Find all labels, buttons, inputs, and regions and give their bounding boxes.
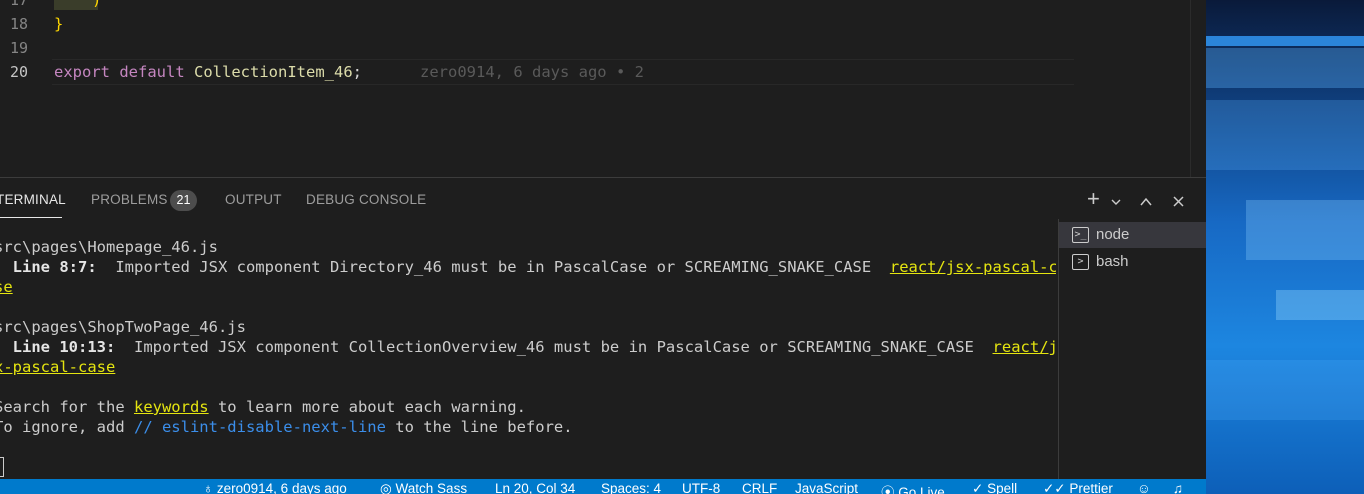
terminal-tabs-list: >_ node > bash [1058, 219, 1207, 480]
problems-count-badge: 21 [170, 190, 197, 211]
code-token: ; [352, 63, 362, 81]
status-label: Prettier [1069, 481, 1113, 494]
help-text: To ignore, add [0, 418, 134, 436]
warning-location: Line 10:13: [0, 338, 116, 356]
status-cursor-position[interactable]: Ln 20, Col 34 [495, 481, 575, 494]
terminal-line: src\pages\Homepage_46.js [0, 238, 218, 256]
wallpaper-pane [1206, 360, 1364, 420]
status-spell[interactable]: ✓ Spell [972, 481, 1017, 494]
active-tab-indicator [0, 217, 62, 218]
terminal-tab-bash[interactable]: > bash [1059, 249, 1207, 275]
terminal-output[interactable]: src\pages\Homepage_46.js Line 8:7: Impor… [0, 235, 1056, 480]
code-token: ) [92, 0, 102, 9]
tab-terminal[interactable]: TERMINAL [0, 192, 66, 207]
line-number: 19 [9, 39, 28, 57]
line-number: 18 [9, 15, 28, 33]
line-number: 17 [9, 0, 28, 9]
minimap-border [1190, 0, 1191, 177]
status-bar: ♁ zero0914, 6 days ago ◎ Watch Sass Ln 2… [0, 479, 1206, 494]
code-editor[interactable]: 17 ) 18 } 19 20 export default Collectio… [0, 0, 1206, 177]
code-token: CollectionItem_46 [194, 63, 353, 81]
terminal-cursor [0, 457, 4, 477]
status-label: Spell [987, 481, 1018, 494]
status-prettier[interactable]: ✓✓ Prettier [1043, 481, 1113, 494]
terminal-tab-label: node [1096, 226, 1130, 243]
line-number: 20 [9, 63, 28, 81]
status-language[interactable]: JavaScript [795, 481, 858, 494]
terminal-line: Line 8:7: Imported JSX component Directo… [0, 257, 1056, 277]
bell-icon[interactable]: ♫ [1173, 481, 1183, 494]
desktop-wallpaper [1206, 0, 1364, 494]
terminal-tab-node[interactable]: >_ node [1059, 222, 1207, 248]
plus-icon[interactable]: + [1087, 188, 1100, 210]
terminal-line: Search for the keywords to learn more ab… [0, 397, 526, 417]
close-icon[interactable] [1172, 191, 1185, 213]
status-blame-label: zero0914, 6 days ago [216, 481, 347, 494]
double-check-icon: ✓✓ [1043, 481, 1066, 494]
chevron-down-icon[interactable] [1110, 191, 1122, 213]
status-label: Go Live [898, 485, 945, 494]
tab-output[interactable]: OUTPUT [225, 192, 282, 207]
status-indentation[interactable]: Spaces: 4 [601, 481, 661, 494]
eslint-rule-link[interactable]: x-pascal-case [0, 358, 115, 376]
status-go-live[interactable]: ⦿ Go Live [881, 481, 945, 494]
code-token: default [119, 63, 185, 81]
eslint-rule-link[interactable]: se [0, 278, 13, 296]
terminal-line: x-pascal-case [0, 357, 115, 377]
help-text: to learn more about each warning. [208, 398, 526, 416]
help-text: Search for the [0, 398, 134, 416]
keywords-link[interactable]: keywords [134, 398, 209, 416]
tab-problems[interactable]: PROBLEMS [91, 192, 168, 207]
status-blame[interactable]: ♁ zero0914, 6 days ago [203, 481, 347, 494]
wallpaper-pane [1206, 48, 1364, 88]
chevron-up-icon[interactable] [1139, 191, 1153, 213]
status-eol[interactable]: CRLF [742, 481, 777, 494]
wallpaper-pane [1246, 200, 1364, 260]
eslint-rule-link[interactable]: react/jsx-pascal-ca [890, 258, 1056, 276]
terminal-line: Line 10:13: Imported JSX component Colle… [0, 337, 1056, 357]
wallpaper-pane [1276, 290, 1364, 320]
code-token: export [54, 63, 110, 81]
check-icon: ✓ [972, 481, 984, 494]
terminal-line: src\pages\ShopTwoPage_46.js [0, 318, 246, 336]
status-encoding[interactable]: UTF-8 [682, 481, 720, 494]
warning-message: Imported JSX component CollectionOvervie… [115, 338, 993, 356]
wallpaper-pane [1206, 100, 1364, 170]
status-label: Watch Sass [395, 481, 468, 494]
code-line-17[interactable]: ) [92, 0, 101, 12]
git-commit-icon: ♁ [203, 481, 214, 494]
terminal-line: To ignore, add // eslint-disable-next-li… [0, 417, 573, 437]
terminal-icon: >_ [1072, 227, 1089, 243]
tab-debug-console[interactable]: DEBUG CONSOLE [306, 192, 426, 207]
status-watch-sass[interactable]: ◎ Watch Sass [380, 481, 467, 494]
eye-icon: ◎ [380, 481, 392, 494]
git-blame-annotation: zero0914, 6 days ago • 2 [420, 63, 644, 81]
feedback-icon[interactable]: ☺ [1137, 481, 1151, 494]
code-line-18[interactable]: } [54, 12, 63, 36]
terminal-line: se [0, 277, 13, 297]
help-text: to the line before. [385, 418, 573, 436]
broadcast-icon: ⦿ [881, 485, 895, 494]
code-token: } [54, 15, 64, 33]
warning-message: Imported JSX component Directory_46 must… [96, 258, 890, 276]
terminal-icon: > [1072, 254, 1089, 270]
wallpaper-light-beam [1206, 36, 1364, 46]
eslint-rule-link[interactable]: react/js [993, 338, 1056, 356]
warning-location: Line 8:7: [0, 258, 97, 276]
terminal-tab-label: bash [1096, 253, 1129, 270]
code-line-20[interactable]: export default CollectionItem_46; zero091… [54, 60, 644, 84]
eslint-disable-comment: // eslint-disable-next-line [133, 418, 386, 436]
bottom-panel: TERMINAL PROBLEMS 21 OUTPUT DEBUG CONSOL… [0, 177, 1207, 480]
